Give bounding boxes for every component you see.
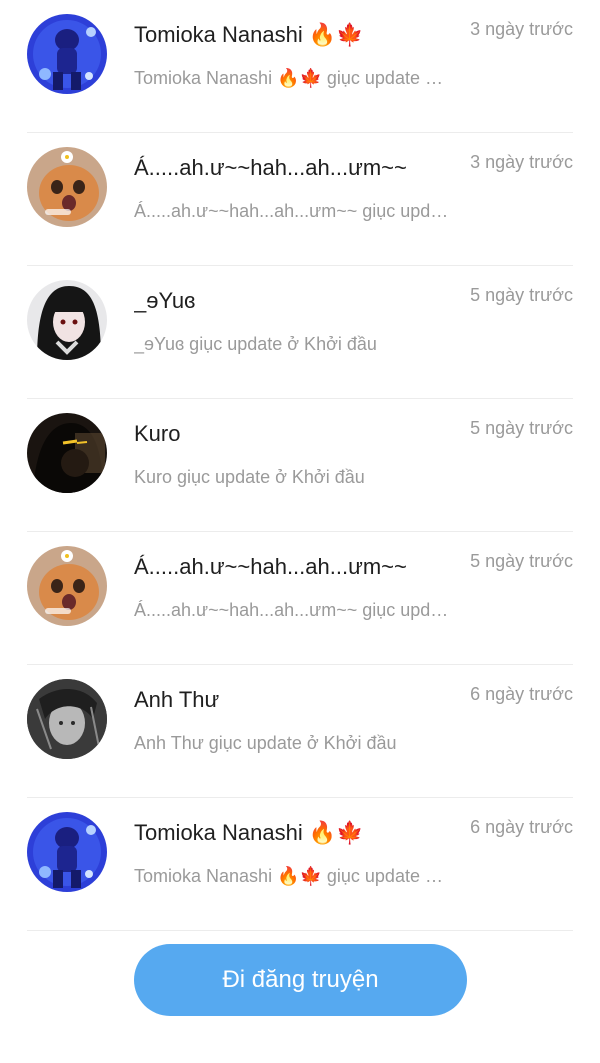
avatar[interactable]	[27, 14, 107, 94]
notification-item[interactable]: Kuro Kuro giục update ở Khởi đầu 5 ngày …	[0, 399, 600, 532]
avatar[interactable]	[27, 546, 107, 626]
user-name: Tomioka Nanashi 🔥🍁	[134, 22, 364, 47]
notification-item[interactable]: _ɘYuɞ _ɘYuɞ giục update ở Khởi đầu 5 ngà…	[0, 266, 600, 399]
avatar[interactable]	[27, 413, 107, 493]
user-name: _ɘYuɞ	[134, 288, 196, 313]
user-name: Á.....ah.ư~~hah...ah...ưm~~	[134, 554, 407, 579]
notification-preview: Kuro giục update ở Khởi đầu	[134, 467, 365, 487]
notification-item[interactable]: Tomioka Nanashi 🔥🍁 Tomioka Nanashi 🔥🍁 gi…	[0, 798, 600, 931]
notification-item[interactable]: Á.....ah.ư~~hah...ah...ưm~~ Á.....ah.ư~~…	[0, 133, 600, 266]
notification-list: Tomioka Nanashi 🔥🍁 Tomioka Nanashi 🔥🍁 gi…	[0, 0, 600, 931]
user-name: Anh Thư	[134, 687, 220, 712]
timestamp: 6 ngày trước	[470, 684, 573, 704]
user-name: Kuro	[134, 421, 181, 446]
notification-item[interactable]: Á.....ah.ư~~hah...ah...ưm~~ Á.....ah.ư~~…	[0, 532, 600, 665]
avatar[interactable]	[27, 812, 107, 892]
timestamp: 3 ngày trước	[470, 19, 573, 39]
notification-preview: _ɘYuɞ giục update ở Khởi đầu	[134, 334, 377, 354]
notification-preview: Anh Thư giục update ở Khởi đầu	[134, 733, 397, 753]
user-name: Tomioka Nanashi 🔥🍁	[134, 820, 364, 845]
avatar[interactable]	[27, 280, 107, 360]
notification-preview: Tomioka Nanashi 🔥🍁 giục update ở Khởi đầ…	[134, 68, 450, 88]
notification-preview: Á.....ah.ư~~hah...ah...ưm~~ giục update …	[134, 600, 450, 620]
timestamp: 3 ngày trước	[470, 152, 573, 172]
timestamp: 6 ngày trước	[470, 817, 573, 837]
timestamp: 5 ngày trước	[470, 418, 573, 438]
notification-preview: Tomioka Nanashi 🔥🍁 giục update ở Khởi đầ…	[134, 866, 450, 886]
avatar[interactable]	[27, 147, 107, 227]
avatar[interactable]	[27, 679, 107, 759]
user-name: Á.....ah.ư~~hah...ah...ưm~~	[134, 155, 407, 180]
timestamp: 5 ngày trước	[470, 285, 573, 305]
notification-item[interactable]: Anh Thư Anh Thư giục update ở Khởi đầu 6…	[0, 665, 600, 798]
notification-preview: Á.....ah.ư~~hah...ah...ưm~~ giục update …	[134, 201, 450, 221]
notification-item[interactable]: Tomioka Nanashi 🔥🍁 Tomioka Nanashi 🔥🍁 gi…	[0, 0, 600, 133]
timestamp: 5 ngày trước	[470, 551, 573, 571]
post-story-button[interactable]: Đi đăng truyện	[134, 944, 467, 1016]
